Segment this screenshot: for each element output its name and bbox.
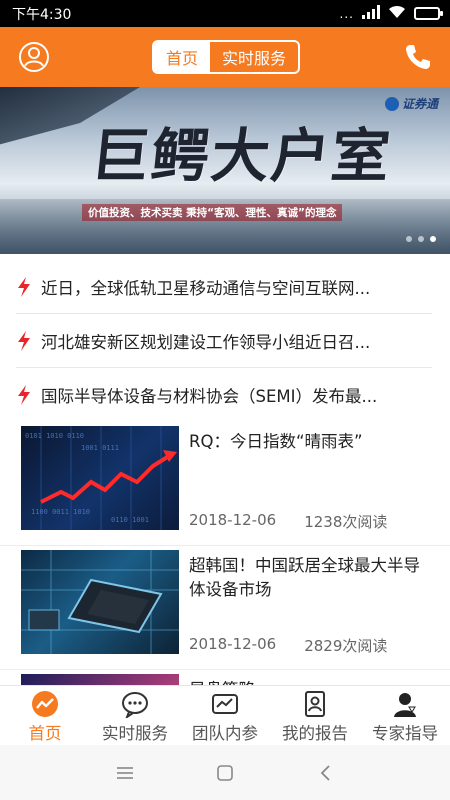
banner-pagination	[406, 236, 436, 242]
nav-item-team-report[interactable]: 团队内参	[180, 686, 270, 745]
menu-icon[interactable]	[110, 758, 140, 788]
svg-text:0110 1001: 0110 1001	[111, 516, 149, 524]
nav-label: 专家指导	[372, 724, 438, 743]
article-meta: 2018-12-06 1238次阅读	[189, 511, 387, 532]
article-date: 2018-12-06	[189, 511, 277, 529]
overflow-dots: ...	[339, 6, 354, 21]
article-meta: 2018-12-06 2829次阅读	[189, 635, 387, 656]
battery-icon	[414, 7, 443, 20]
banner-slogan: 价值投资、技术买卖 秉持“客观、理性、真诚”的理念	[82, 204, 343, 221]
banner-dot[interactable]	[418, 236, 424, 242]
app-screen: 下午4:30 ... 首页 实时服务 证券通 巨鳄大户室 价值投资、技术买卖 秉…	[0, 0, 450, 800]
svg-text:0101 1010 0110: 0101 1010 0110	[25, 432, 84, 440]
nav-label: 我的报告	[282, 724, 348, 743]
tab-realtime-service[interactable]: 实时服务	[210, 42, 298, 72]
article-card[interactable]: 超韩国！中国跃居全球最大半导体设备市场 2018-12-06 2829次阅读	[0, 546, 450, 670]
banner-dot[interactable]	[406, 236, 412, 242]
news-list: 近日，全球低轨卫星移动通信与空间互联网... 河北雄安新区规划建设工作领导小组近…	[0, 260, 450, 422]
article-title: RQ：今日指数“晴雨表”	[189, 432, 363, 451]
news-item-text: 近日，全球低轨卫星移动通信与空间互联网...	[41, 278, 371, 298]
article-reads: 2829次阅读	[304, 637, 388, 655]
tab-home[interactable]: 首页	[153, 42, 210, 72]
team-report-icon	[210, 690, 240, 718]
home-chart-icon	[30, 690, 60, 718]
banner-headline: 巨鳄大户室	[87, 122, 396, 190]
article-thumbnail	[21, 550, 179, 654]
banner-dot-active[interactable]	[430, 236, 436, 242]
home-square-icon[interactable]	[210, 758, 240, 788]
promo-banner[interactable]: 证券通 巨鳄大户室 价值投资、技术买卖 秉持“客观、理性、真诚”的理念	[0, 87, 450, 254]
nav-label: 团队内参	[192, 724, 258, 743]
news-item-text: 国际半导体设备与材料协会（SEMI）发布最...	[41, 387, 378, 406]
status-bar: 下午4:30 ...	[0, 0, 450, 27]
svg-text:1100 0011 1010: 1100 0011 1010	[31, 508, 90, 516]
expert-icon	[390, 690, 420, 718]
my-report-icon	[300, 690, 330, 718]
header-tabs: 首页 实时服务	[151, 40, 301, 74]
article-title: 超韩国！中国跃居全球最大半导体设备市场	[189, 556, 420, 599]
article-reads: 1238次阅读	[304, 513, 388, 531]
back-icon[interactable]	[310, 758, 340, 788]
bottom-navigation: 首页 实时服务 团队内参 我的报告 专家指导	[0, 685, 450, 745]
lightning-icon	[18, 276, 30, 297]
news-item[interactable]: 近日，全球低轨卫星移动通信与空间互联网...	[16, 260, 432, 314]
banner-brand-name: 证券通	[401, 97, 438, 111]
chat-bubble-icon	[120, 690, 150, 718]
wifi-icon	[388, 4, 406, 23]
nav-item-realtime-service[interactable]: 实时服务	[90, 686, 180, 745]
user-icon[interactable]	[16, 39, 52, 75]
article-thumbnail: 0101 1010 0110 1001 0111 1100 0011 1010 011…	[21, 426, 179, 530]
nav-item-home[interactable]: 首页	[0, 686, 90, 745]
news-item[interactable]: 河北雄安新区规划建设工作领导小组近日召...	[16, 314, 432, 368]
nav-item-my-report[interactable]: 我的报告	[270, 686, 360, 745]
svg-text:1001 0111: 1001 0111	[81, 444, 119, 452]
lightning-icon	[18, 385, 30, 405]
news-item-text: 河北雄安新区规划建设工作领导小组近日召...	[41, 332, 371, 352]
article-date: 2018-12-06	[189, 635, 277, 653]
nav-label: 首页	[28, 724, 62, 743]
lightning-icon	[18, 330, 30, 351]
nav-label: 实时服务	[102, 724, 168, 743]
news-item[interactable]: 国际半导体设备与材料协会（SEMI）发布最...	[16, 368, 432, 422]
signal-icon	[362, 4, 380, 23]
nav-item-expert[interactable]: 专家指导	[360, 686, 450, 745]
system-navigation-bar	[0, 745, 450, 800]
status-icons: ...	[339, 4, 443, 23]
phone-icon[interactable]	[400, 39, 436, 75]
app-header: 首页 实时服务	[0, 27, 450, 87]
status-time: 下午4:30	[12, 6, 72, 23]
article-card[interactable]: 0101 1010 0110 1001 0111 1100 0011 1010 011…	[0, 422, 450, 546]
